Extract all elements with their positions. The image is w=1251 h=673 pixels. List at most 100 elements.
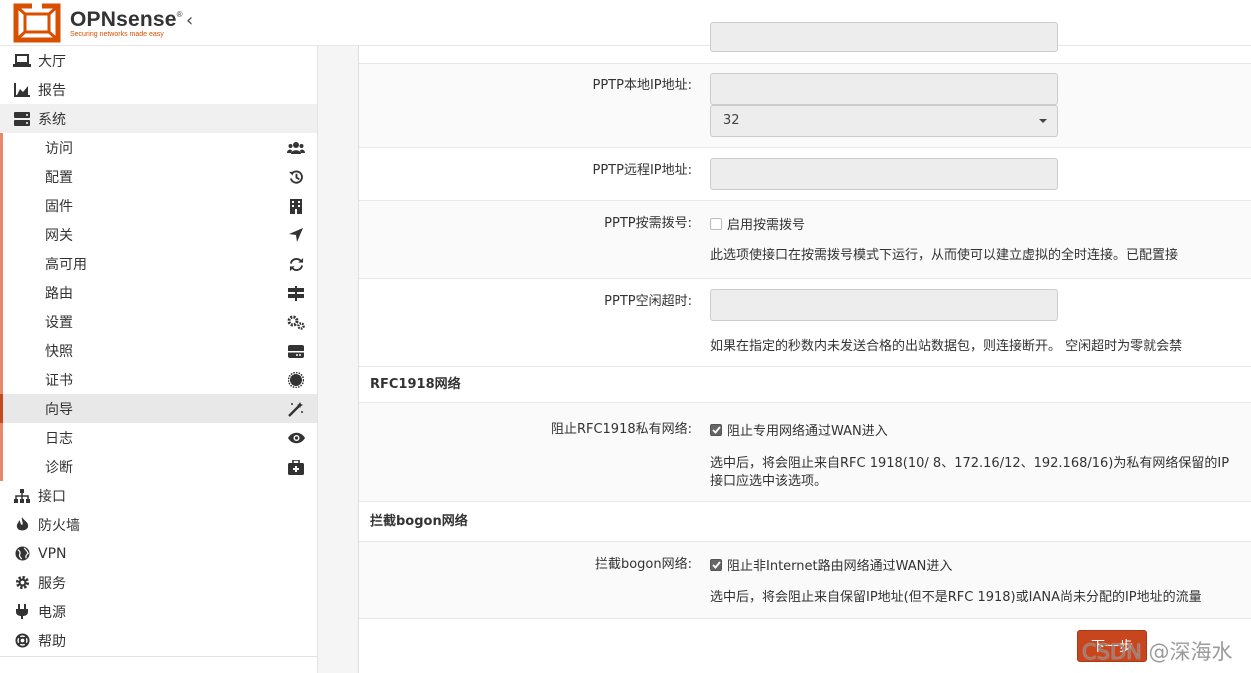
sidebar-subitem-access[interactable]: 访问 (0, 133, 317, 162)
sidebar: 大厅 报告 系统 访问 配置 固件 网关 高可用 路由 设置 快照 证书 向导 … (0, 46, 318, 673)
pptp-remote-ip-input[interactable] (710, 158, 1058, 190)
magic-wand-icon (287, 400, 305, 418)
sidebar-divider (0, 656, 317, 657)
form-row-rfc1918: 阻止RFC1918私有网络: 阻止专用网络通过WAN进入 选中后，将会阻止来自R… (359, 403, 1251, 502)
sidebar-subitem-label: 设置 (45, 314, 73, 331)
section-title-bogon: 拦截bogon网络 (359, 502, 1251, 542)
sidebar-item-vpn[interactable]: VPN (0, 539, 317, 568)
pptp-subnet-value: 32 (723, 113, 740, 128)
form-row-top-partial (359, 22, 1251, 64)
sidebar-subitem-settings[interactable]: 设置 (0, 307, 317, 336)
rfc1918-help-line1: 选中后，将会阻止来自RFC 1918(10/ 8、172.16/12、192.1… (710, 456, 1230, 471)
sidebar-item-interfaces[interactable]: 接口 (0, 481, 317, 510)
pptp-remote-label: PPTP远程IP地址: (592, 163, 692, 178)
brand-name: OPNsense® (70, 8, 183, 31)
pptp-idle-timeout-input[interactable] (710, 289, 1058, 321)
sidebar-item-label: 系统 (38, 111, 66, 128)
sidebar-item-help[interactable]: 帮助 (0, 626, 317, 655)
server-icon (10, 111, 34, 126)
bogon-help: 选中后，将会阻止来自保留IP地址(但不是RFC 1918)或IANA尚未分配的I… (710, 590, 1202, 605)
pptp-local-ip-input[interactable] (710, 73, 1058, 105)
sidebar-subitem-config[interactable]: 配置 (0, 162, 317, 191)
sidebar-subitem-label: 日志 (45, 430, 73, 447)
form-row-bogon: 拦截bogon网络: 阻止非Internet路由网络通过WAN进入 选中后，将会… (359, 542, 1251, 619)
sidebar-item-label: 接口 (38, 488, 66, 505)
form-row-pptp-idle: PPTP空闲超时: 如果在指定的秒数内未发送合格的出站数据包，则连接断开。 空闲… (359, 279, 1251, 367)
top-bar: OPNsense® Securing networks made easy ‹ (0, 0, 1251, 46)
pptp-ondemand-checkbox[interactable]: 启用按需拨号 (710, 214, 805, 233)
location-arrow-icon (287, 226, 305, 244)
users-icon (287, 139, 305, 157)
bogon-checkbox[interactable]: 阻止非Internet路由网络通过WAN进入 (710, 555, 952, 574)
laptop-icon (10, 53, 34, 68)
bogon-checkbox-label: 阻止非Internet路由网络通过WAN进入 (727, 559, 953, 574)
watermark: CSDN @深海水 (1082, 640, 1233, 664)
sidebar-subitem-firmware[interactable]: 固件 (0, 191, 317, 220)
signs-icon (287, 284, 305, 302)
sidebar-item-label: 服务 (38, 575, 66, 592)
checkbox-unchecked[interactable] (710, 217, 722, 230)
sidebar-subitem-label: 向导 (45, 401, 73, 418)
sidebar-item-label: 大厅 (38, 53, 66, 70)
brand-tagline: Securing networks made easy (70, 31, 164, 38)
sidebar-subitem-label: 快照 (45, 343, 73, 360)
sidebar-subitem-certificates[interactable]: 证书 (0, 365, 317, 394)
sidebar-item-system[interactable]: 系统 (0, 104, 317, 133)
main-content: PPTP本地IP地址: 32 PPTP远程IP地址: PPTP按需拨号: 启用按… (318, 22, 1251, 673)
rfc1918-checkbox-label: 阻止专用网络通过WAN进入 (727, 424, 888, 439)
sidebar-subitem-label: 高可用 (45, 256, 87, 273)
rfc1918-help-line2: 接口应选中该选项。 (710, 474, 828, 489)
sidebar-subitem-label: 固件 (45, 198, 73, 215)
fire-icon (10, 517, 34, 532)
collapse-sidebar-icon[interactable]: ‹ (186, 11, 193, 31)
sidebar-subitem-label: 网关 (45, 227, 73, 244)
partial-input[interactable] (710, 22, 1058, 52)
sidebar-subitem-log[interactable]: 日志 (0, 423, 317, 452)
plug-icon (10, 604, 34, 619)
rfc1918-label: 阻止RFC1918私有网络: (550, 422, 692, 437)
sidebar-subitem-routes[interactable]: 路由 (0, 278, 317, 307)
certificate-icon (287, 371, 305, 389)
sidebar-subitem-label: 证书 (45, 372, 73, 389)
sidebar-item-label: VPN (38, 545, 67, 562)
globe-icon (10, 546, 34, 561)
cogs-icon (287, 313, 305, 331)
history-icon (287, 168, 305, 186)
sidebar-subitem-gateways[interactable]: 网关 (0, 220, 317, 249)
sidebar-subitem-label: 诊断 (45, 459, 73, 476)
sidebar-subitem-label: 访问 (45, 140, 73, 157)
sidebar-item-reports[interactable]: 报告 (0, 75, 317, 104)
section-title-rfc1918: RFC1918网络 (359, 367, 1251, 403)
sidebar-item-lobby[interactable]: 大厅 (0, 46, 317, 75)
sidebar-item-power[interactable]: 电源 (0, 597, 317, 626)
opnsense-logo[interactable] (12, 3, 62, 43)
cog-icon (10, 575, 34, 590)
hdd-icon (287, 342, 305, 360)
sidebar-subitem-diagnostics[interactable]: 诊断 (0, 452, 317, 481)
sidebar-subitem-ha[interactable]: 高可用 (0, 249, 317, 278)
bogon-label: 拦截bogon网络: (594, 557, 692, 572)
eye-icon (287, 429, 305, 447)
checkbox-checked-icon[interactable] (710, 558, 722, 571)
pptp-local-label: PPTP本地IP地址: (592, 78, 692, 93)
chart-area-icon (10, 82, 34, 97)
sidebar-item-label: 防火墙 (38, 517, 80, 534)
form-row-pptp-remote: PPTP远程IP地址: (359, 148, 1251, 201)
form-row-pptp-local: PPTP本地IP地址: 32 (359, 64, 1251, 148)
sidebar-item-services[interactable]: 服务 (0, 568, 317, 597)
life-ring-icon (10, 633, 34, 648)
sitemap-icon (10, 488, 34, 503)
pptp-ondemand-checkbox-label: 启用按需拨号 (727, 218, 806, 233)
checkbox-checked-icon[interactable] (710, 423, 722, 436)
pptp-subnet-select[interactable]: 32 (710, 105, 1058, 137)
sidebar-item-firewall[interactable]: 防火墙 (0, 510, 317, 539)
rfc1918-checkbox[interactable]: 阻止专用网络通过WAN进入 (710, 420, 888, 439)
wizard-form-panel: PPTP本地IP地址: 32 PPTP远程IP地址: PPTP按需拨号: 启用按… (358, 22, 1251, 673)
sidebar-subitem-snapshots[interactable]: 快照 (0, 336, 317, 365)
pptp-idle-help: 如果在指定的秒数内未发送合格的出站数据包，则连接断开。 空闲超时为零就会禁 (710, 339, 1183, 354)
sidebar-item-label: 帮助 (38, 633, 66, 650)
form-row-pptp-ondemand: PPTP按需拨号: 启用按需拨号 此选项使接口在按需拨号模式下运行，从而使可以建… (359, 201, 1251, 279)
sidebar-subitem-label: 路由 (45, 285, 73, 302)
sidebar-subitem-wizard[interactable]: 向导 (0, 394, 317, 423)
pptp-ondemand-label: PPTP按需拨号: (604, 216, 692, 231)
